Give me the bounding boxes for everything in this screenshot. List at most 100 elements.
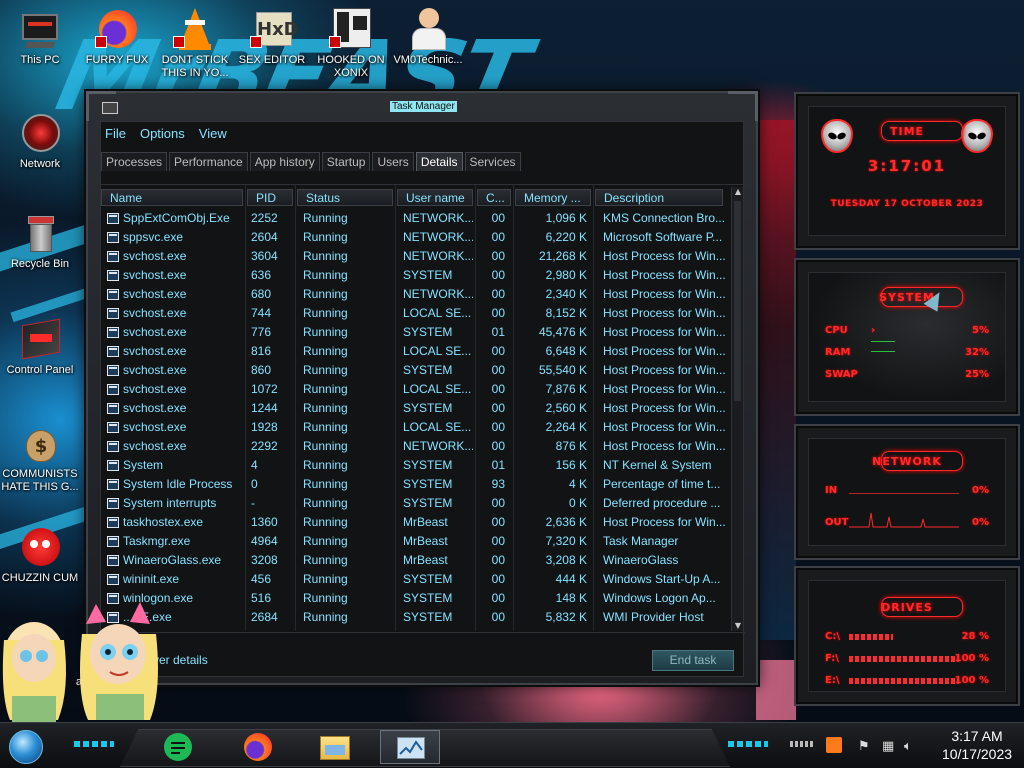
cell-memory: 7,876 K — [545, 382, 587, 396]
scroll-down-arrow-icon[interactable]: ▼ — [733, 621, 743, 631]
table-row[interactable]: SppExtComObj.Exe 2252 Running NETWORK... 00 1… — [101, 209, 731, 228]
tab-performance[interactable]: Performance — [169, 152, 248, 171]
table-row[interactable]: ...SE.exe 2684 Running SYSTEM 00 5,832 K WMI P… — [101, 608, 731, 627]
table-row[interactable]: svchost.exe 636 Running SYSTEM 00 2,980 K Host… — [101, 266, 731, 285]
process-icon — [107, 536, 119, 547]
taskbar-file-explorer-button[interactable] — [314, 730, 354, 764]
scroll-up-arrow-icon[interactable]: ▲ — [733, 187, 743, 197]
table-row[interactable]: svchost.exe 776 Running SYSTEM 01 45,476 K Hos… — [101, 323, 731, 342]
desktop-icon-control-panel[interactable]: Control Panel — [0, 318, 80, 377]
system-gadget[interactable]: SYSTEM CPU › 5% RAM 32% SWAP 25% — [794, 258, 1020, 416]
money-bag-icon: $ — [18, 422, 62, 466]
table-row[interactable]: sppsvc.exe 2604 Running NETWORK... 00 6,220 K… — [101, 228, 731, 247]
network-tray-icon[interactable]: ▦ — [882, 739, 894, 754]
cell-desc: Deferred procedure ... — [603, 496, 721, 510]
column-header-status[interactable]: Status — [297, 189, 393, 206]
volume-icon[interactable]: 🔈︎ — [904, 739, 912, 754]
tray-app-icon[interactable] — [826, 737, 842, 753]
taskbar-task-manager-button[interactable] — [380, 730, 440, 764]
process-icon — [107, 517, 119, 528]
table-row[interactable]: System 4 Running SYSTEM 01 156 K NT Kernel & S… — [101, 456, 731, 475]
drive-e-label: E:\ — [825, 675, 840, 686]
cell-desc: WMI Provider Host — [603, 610, 704, 624]
tab-users[interactable]: Users — [372, 152, 414, 171]
table-row[interactable]: svchost.exe 1244 Running SYSTEM 00 2,560 K Hos… — [101, 399, 731, 418]
scrollbar-thumb[interactable] — [734, 201, 741, 401]
menu-file[interactable]: File — [105, 126, 126, 144]
desktop-icon-chuzzin-cum[interactable]: CHUZZIN CUM — [0, 526, 80, 585]
table-row[interactable]: svchost.exe 744 Running LOCAL SE... 00 8,152 … — [101, 304, 731, 323]
tab-app-history[interactable]: App history — [249, 152, 320, 171]
column-header-description[interactable]: Description — [595, 189, 723, 206]
taskbar-decoration — [728, 741, 768, 747]
desktop-icon-furry-fux[interactable]: FURRY FUX — [77, 8, 157, 67]
cell-user: SYSTEM — [403, 325, 453, 339]
hex-editor-icon: HxD — [250, 8, 299, 52]
cell-user: SYSTEM — [403, 458, 453, 472]
cell-status: Running — [303, 496, 348, 510]
column-header-cpu[interactable]: C... — [477, 189, 511, 206]
process-icon — [107, 251, 119, 262]
cell-pid: 4 — [251, 458, 258, 472]
tab-processes[interactable]: Processes — [101, 152, 168, 171]
table-row[interactable]: svchost.exe 1072 Running LOCAL SE... 00 7,876… — [101, 380, 731, 399]
process-icon — [107, 365, 119, 376]
column-header-pid[interactable]: PID — [247, 189, 293, 206]
desktop-icon-vm0technic[interactable]: VM0Technic... — [388, 8, 468, 67]
network-gadget[interactable]: NETWORK IN 0% OUT 0% — [794, 424, 1020, 560]
taskbar-clock[interactable]: 3:17 AM 10/17/2023 — [934, 727, 1020, 763]
cell-pid: 1360 — [251, 515, 278, 529]
end-task-button[interactable]: End task — [652, 650, 734, 671]
cell-memory: 2,264 K — [545, 420, 587, 434]
desktop-icon-network[interactable]: Network — [0, 112, 80, 171]
tab-services[interactable]: Services — [464, 152, 521, 171]
drives-gadget[interactable]: DRIVES C:\ 28 % F:\ 100 % E:\ 100 % — [794, 566, 1020, 706]
tab-startup[interactable]: Startup — [321, 152, 371, 171]
taskbar-firefox-button[interactable] — [238, 730, 278, 764]
gadget-panel: DRIVES C:\ 28 % F:\ 100 % E:\ 100 % — [808, 580, 1006, 692]
tab-details[interactable]: Details — [415, 152, 463, 171]
table-row[interactable]: System Idle Process 0 Running SYSTEM 93 4 K Pe… — [101, 475, 731, 494]
table-row[interactable]: svchost.exe 816 Running LOCAL SE... 00 6,648 … — [101, 342, 731, 361]
menu-view[interactable]: View — [199, 126, 227, 144]
task-manager-window[interactable]: Task Manager File Options View Processes… — [86, 91, 758, 685]
desktop-icon-hooked-on-xonix[interactable]: HOOKED ON XONIX — [311, 8, 391, 80]
cell-status: Running — [303, 344, 348, 358]
column-header-memory[interactable]: Memory ... — [515, 189, 591, 206]
column-header-name[interactable]: Name — [101, 189, 243, 206]
cell-user: SYSTEM — [403, 268, 453, 282]
table-row[interactable]: System interrupts - Running SYSTEM 00 0 K Defe… — [101, 494, 731, 513]
time-gadget-title: TIME — [889, 125, 925, 138]
cell-memory: 5,832 K — [545, 610, 587, 624]
time-gadget[interactable]: TIME 3:17:01 TUESDAY 17 OCTOBER 2023 — [794, 92, 1020, 250]
desktop-icon-communists[interactable]: $ COMMUNISTS HATE THIS G... — [0, 422, 80, 494]
table-row[interactable]: taskhostex.exe 1360 Running MrBeast 00 2,636 … — [101, 513, 731, 532]
desktop-icon-dont-stick[interactable]: DONT STICK THIS IN YO... — [155, 8, 235, 80]
cell-cpu: 00 — [491, 420, 505, 434]
cell-memory: 444 K — [555, 572, 587, 586]
desktop-icon-recycle-bin[interactable]: Recycle Bin — [0, 212, 80, 271]
table-row[interactable]: svchost.exe 860 Running SYSTEM 00 55,540 K Hos… — [101, 361, 731, 380]
desktop-icon-sex-editor[interactable]: HxD SEX EDITOR — [232, 8, 312, 67]
desktop-icon-this-pc[interactable]: This PC — [0, 8, 80, 67]
table-row[interactable]: winlogon.exe 516 Running SYSTEM 00 148 K Windo… — [101, 589, 731, 608]
process-icon — [107, 574, 119, 585]
table-row[interactable]: svchost.exe 2292 Running NETWORK... 00 876 K H… — [101, 437, 731, 456]
vertical-scrollbar[interactable]: ▲ ▼ — [731, 187, 743, 631]
start-button[interactable] — [9, 730, 43, 764]
taskbar-messaging-app-button[interactable] — [158, 730, 198, 764]
table-row[interactable]: svchost.exe 3604 Running NETWORK... 00 21,268… — [101, 247, 731, 266]
cell-desc: Percentage of time t... — [603, 477, 721, 491]
menu-options[interactable]: Options — [140, 126, 185, 144]
table-row[interactable]: svchost.exe 1928 Running LOCAL SE... 00 2,264… — [101, 418, 731, 437]
drive-f-usage-bar — [849, 656, 959, 662]
cell-cpu: 00 — [491, 534, 505, 548]
column-header-user-name[interactable]: User name — [397, 189, 473, 206]
table-row[interactable]: wininit.exe 456 Running SYSTEM 00 444 K Window… — [101, 570, 731, 589]
action-center-flag-icon[interactable]: ⚑ — [858, 739, 870, 754]
table-row[interactable]: WinaeroGlass.exe 3208 Running MrBeast 00 3,20… — [101, 551, 731, 570]
cell-cpu: 00 — [491, 401, 505, 415]
table-row[interactable]: svchost.exe 680 Running NETWORK... 00 2,340 K… — [101, 285, 731, 304]
table-row[interactable]: Taskmgr.exe 4964 Running MrBeast 00 7,320 K Ta… — [101, 532, 731, 551]
drive-c-usage-bar — [849, 634, 893, 640]
